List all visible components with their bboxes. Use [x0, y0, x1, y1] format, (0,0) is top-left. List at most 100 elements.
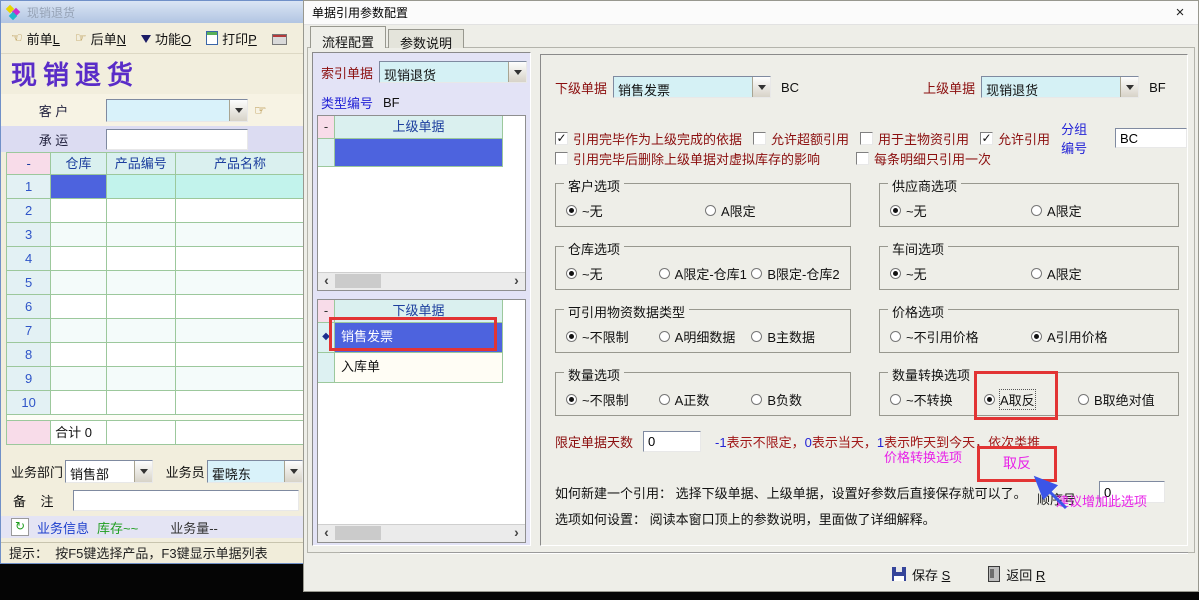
radio-icon[interactable]: [659, 268, 670, 279]
grid-cell[interactable]: [51, 343, 107, 367]
grid-cell[interactable]: [176, 391, 304, 415]
mini-grid-row[interactable]: [318, 139, 525, 167]
radio-icon[interactable]: [1031, 268, 1042, 279]
radio-option-~不转换[interactable]: ~不转换: [890, 390, 984, 409]
radio-icon[interactable]: [659, 394, 670, 405]
scroll-thumb[interactable]: [335, 274, 381, 288]
grid-cell[interactable]: [176, 271, 304, 295]
sequence-input[interactable]: [1099, 481, 1165, 503]
radio-icon[interactable]: [890, 205, 901, 216]
radio-icon[interactable]: [566, 331, 577, 342]
checkbox-引用完毕作为上级完成的依据[interactable]: ✓引用完毕作为上级完成的依据: [555, 129, 742, 148]
button-S[interactable]: 保存 S: [892, 565, 950, 584]
dropdown-arrow-icon[interactable]: [752, 77, 770, 97]
grid-cell[interactable]: [107, 391, 176, 415]
radio-icon[interactable]: [566, 394, 577, 405]
radio-option-B主数据[interactable]: B主数据: [751, 327, 844, 346]
radio-option-B负数[interactable]: B负数: [751, 390, 844, 409]
close-icon[interactable]: ×: [1162, 4, 1198, 21]
scroll-right-arrow-icon[interactable]: ›: [508, 273, 525, 289]
grid-cell[interactable]: [51, 199, 107, 223]
table-row[interactable]: 7: [7, 319, 304, 343]
checkbox-box-icon[interactable]: [860, 132, 873, 145]
grid-cell[interactable]: [51, 271, 107, 295]
grid-cell[interactable]: [176, 367, 304, 391]
toolbar-button-printer[interactable]: [272, 32, 287, 45]
mini-grid-cell[interactable]: 销售发票: [335, 323, 503, 353]
grid-cell[interactable]: [107, 319, 176, 343]
radio-icon[interactable]: [566, 268, 577, 279]
horizontal-scrollbar[interactable]: ‹›: [318, 524, 525, 542]
radio-option-~无[interactable]: ~无: [890, 264, 1031, 283]
grid-cell[interactable]: [107, 247, 176, 271]
grid-cell[interactable]: [107, 223, 176, 247]
sub-doc-combobox[interactable]: 销售发票: [613, 76, 771, 98]
checkbox-box-icon[interactable]: [753, 132, 766, 145]
radio-option-~不限制[interactable]: ~不限制: [566, 327, 659, 346]
upper-doc-grid[interactable]: -上级单据‹›: [317, 115, 526, 291]
radio-option-~无[interactable]: ~无: [890, 201, 1031, 220]
table-row[interactable]: 1: [7, 175, 304, 199]
grid-cell[interactable]: [176, 223, 304, 247]
checkbox-每条明细只引用一次[interactable]: 每条明细只引用一次: [856, 149, 991, 168]
grid-cell[interactable]: [107, 295, 176, 319]
grid-cell[interactable]: [107, 367, 176, 391]
grid-cell[interactable]: [51, 175, 107, 199]
lower-doc-grid[interactable]: -下级单据◆销售发票入库单‹›: [317, 299, 526, 543]
dialog-titlebar[interactable]: 单据引用参数配置 ×: [304, 1, 1198, 25]
grid-cell[interactable]: [107, 343, 176, 367]
group-code-input[interactable]: [1115, 128, 1187, 148]
table-row[interactable]: 5: [7, 271, 304, 295]
grid-cell[interactable]: [176, 295, 304, 319]
radio-icon[interactable]: [890, 394, 901, 405]
radio-option-~无[interactable]: ~无: [566, 264, 659, 283]
tab-参数说明[interactable]: 参数说明: [388, 29, 464, 48]
radio-option-~不引用价格[interactable]: ~不引用价格: [890, 327, 1031, 346]
radio-option-~无[interactable]: ~无: [566, 201, 705, 220]
radio-option-A取反[interactable]: A取反: [984, 390, 1078, 409]
radio-icon[interactable]: [1078, 394, 1089, 405]
checkbox-允许超额引用[interactable]: 允许超额引用: [753, 129, 849, 148]
carrier-input[interactable]: [106, 129, 248, 150]
checkbox-引用完毕后删除上级单据对虚拟库存的影响[interactable]: 引用完毕后删除上级单据对虚拟库存的影响: [555, 149, 820, 168]
checkbox-box-icon[interactable]: [856, 152, 869, 165]
radio-icon[interactable]: [890, 268, 901, 279]
grid-cell[interactable]: [176, 343, 304, 367]
radio-icon[interactable]: [890, 331, 901, 342]
radio-icon[interactable]: [1031, 205, 1042, 216]
grid-cell[interactable]: [107, 175, 176, 199]
radio-option-A限定-仓库1[interactable]: A限定-仓库1: [659, 264, 752, 283]
radio-option-~不限制[interactable]: ~不限制: [566, 390, 659, 409]
sup-doc-combobox[interactable]: 现销退货: [981, 76, 1139, 98]
grid-cell[interactable]: [51, 223, 107, 247]
radio-icon[interactable]: [751, 394, 762, 405]
mini-grid-cell[interactable]: [335, 139, 503, 167]
grid-cell[interactable]: [107, 271, 176, 295]
radio-option-A正数[interactable]: A正数: [659, 390, 752, 409]
days-limit-input[interactable]: [643, 431, 701, 452]
dropdown-arrow-icon[interactable]: [508, 62, 526, 82]
tab-流程配置[interactable]: 流程配置: [310, 26, 386, 48]
radio-icon[interactable]: [566, 205, 577, 216]
toolbar-button-P[interactable]: 打印P: [206, 29, 257, 48]
radio-icon[interactable]: [751, 331, 762, 342]
grid-cell[interactable]: [107, 199, 176, 223]
radio-option-A限定[interactable]: A限定: [705, 201, 844, 220]
radio-option-A明细数据[interactable]: A明细数据: [659, 327, 752, 346]
radio-icon[interactable]: [984, 394, 995, 405]
mini-grid-cell[interactable]: 入库单: [335, 353, 503, 383]
table-row[interactable]: 10: [7, 391, 304, 415]
table-row[interactable]: 6: [7, 295, 304, 319]
grid-cell[interactable]: [51, 319, 107, 343]
refresh-icon[interactable]: ↻: [11, 518, 29, 536]
radio-option-A限定[interactable]: A限定: [1031, 264, 1172, 283]
customer-combobox[interactable]: [106, 99, 248, 122]
button-R[interactable]: 返回 R: [988, 565, 1045, 584]
dropdown-arrow-icon[interactable]: [229, 100, 247, 121]
department-combobox[interactable]: 销售部: [65, 460, 153, 483]
mini-grid-row[interactable]: ◆销售发票: [318, 323, 525, 353]
checkbox-允许引用[interactable]: ✓允许引用: [980, 129, 1050, 148]
mini-grid-row[interactable]: 入库单: [318, 353, 525, 383]
table-row[interactable]: 9: [7, 367, 304, 391]
scroll-left-arrow-icon[interactable]: ‹: [318, 525, 335, 541]
